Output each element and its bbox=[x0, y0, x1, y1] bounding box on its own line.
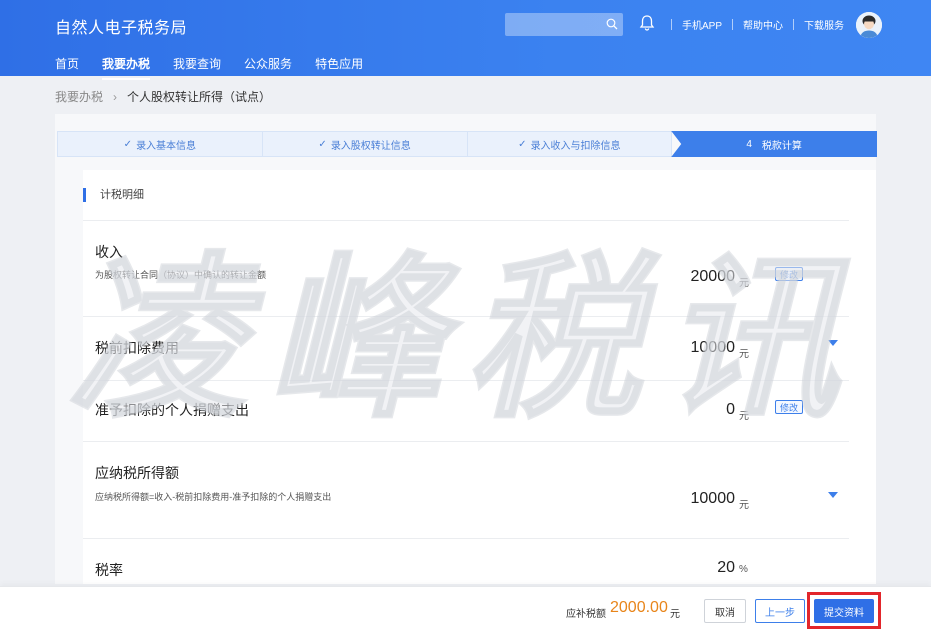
income-value: 20000 bbox=[690, 268, 736, 285]
nav-query[interactable]: 我要查询 bbox=[173, 55, 221, 80]
divider bbox=[83, 220, 849, 221]
mobile-app-link[interactable]: 手机APP bbox=[672, 17, 732, 32]
step-label: 录入股权转让信息 bbox=[330, 140, 411, 152]
step-label: 录入收入与扣除信息 bbox=[530, 140, 621, 152]
nav-home[interactable]: 首页 bbox=[55, 55, 79, 80]
donation-unit: 元 bbox=[739, 411, 749, 422]
progress-steps: ✓ 录入基本信息 ✓ 录入股权转让信息 ✓ 录入收入与扣除信息 4 税款计算 bbox=[57, 131, 877, 157]
edit-donation-button[interactable]: 修改 bbox=[775, 400, 803, 414]
expand-pretax-deduction-caret-icon[interactable] bbox=[828, 340, 838, 346]
previous-step-button[interactable]: 上一步 bbox=[755, 599, 805, 623]
taxable-income-formula: 应纳税所得额=收入-税前扣除费用-准予扣除的个人捐赠支出 bbox=[95, 492, 332, 502]
breadcrumb: 我要办税 › 个人股权转让所得（试点） bbox=[55, 88, 271, 105]
divider bbox=[83, 380, 849, 381]
step-label: 税款计算 bbox=[761, 140, 802, 152]
divider bbox=[83, 316, 849, 317]
taxable-income-unit: 元 bbox=[739, 500, 749, 511]
avatar-icon bbox=[856, 12, 882, 38]
check-icon: ✓ bbox=[318, 138, 327, 150]
tax-rate-value: 20 bbox=[717, 559, 735, 576]
nav-tax-handling[interactable]: 我要办税 bbox=[102, 55, 151, 80]
download-service-link[interactable]: 下载服务 bbox=[794, 17, 854, 32]
donation-value: 0 bbox=[726, 401, 735, 418]
search-box[interactable] bbox=[505, 13, 623, 36]
breadcrumb-current: 个人股权转让所得（试点） bbox=[127, 90, 272, 104]
tax-due-unit: 元 bbox=[670, 609, 680, 620]
help-center-link[interactable]: 帮助中心 bbox=[733, 17, 793, 32]
nav-special-apps[interactable]: 特色应用 bbox=[315, 55, 363, 80]
nav-public-service[interactable]: 公众服务 bbox=[244, 55, 292, 80]
step-equity-transfer-info[interactable]: ✓ 录入股权转让信息 bbox=[261, 131, 468, 157]
breadcrumb-parent[interactable]: 我要办税 bbox=[55, 88, 103, 105]
step-basic-info[interactable]: ✓ 录入基本信息 bbox=[57, 131, 263, 157]
step-label: 录入基本信息 bbox=[136, 140, 197, 152]
user-avatar[interactable] bbox=[856, 12, 882, 38]
tax-rate-label: 税率 bbox=[95, 562, 123, 578]
section-title: 计税明细 bbox=[83, 188, 144, 202]
cancel-button[interactable]: 取消 bbox=[704, 599, 746, 623]
pretax-deduction-value: 10000 bbox=[690, 339, 736, 356]
edit-income-button[interactable]: 修改 bbox=[775, 267, 803, 281]
divider bbox=[83, 441, 849, 442]
tax-rate-unit: % bbox=[739, 564, 748, 575]
bell-icon[interactable] bbox=[639, 14, 655, 32]
tax-due-amount: 2000.00 bbox=[610, 599, 668, 616]
pretax-deduction-unit: 元 bbox=[739, 349, 749, 360]
tax-detail-card bbox=[83, 170, 876, 584]
taxable-income-value: 10000 bbox=[690, 490, 736, 507]
income-unit: 元 bbox=[739, 278, 749, 289]
top-links: 手机APP 帮助中心 下载服务 bbox=[671, 17, 854, 32]
divider bbox=[83, 538, 849, 539]
donation-label: 准予扣除的个人捐赠支出 bbox=[95, 402, 249, 418]
step-tax-calculation[interactable]: 4 税款计算 bbox=[671, 131, 877, 157]
income-description: 为股权转让合同（协议）中确认的转让金额 bbox=[95, 270, 267, 280]
step-income-deduction-info[interactable]: ✓ 录入收入与扣除信息 bbox=[466, 131, 673, 157]
check-icon: ✓ bbox=[518, 138, 527, 150]
taxable-income-label: 应纳税所得额 bbox=[95, 465, 179, 481]
top-header: 自然人电子税务局 手机APP 帮助中心 下载服务 首页 我要办税 我要查询 公众… bbox=[0, 0, 931, 80]
income-label: 收入 bbox=[95, 244, 123, 260]
check-icon: ✓ bbox=[123, 138, 133, 150]
expand-taxable-income-caret-icon[interactable] bbox=[828, 492, 838, 498]
pretax-deduction-label: 税前扣除费用 bbox=[95, 340, 179, 356]
submit-button[interactable]: 提交资料 bbox=[814, 599, 874, 623]
tax-due-label: 应补税额 bbox=[566, 609, 606, 620]
chevron-right-icon: › bbox=[113, 89, 118, 104]
main-nav: 首页 我要办税 我要查询 公众服务 特色应用 bbox=[55, 55, 386, 80]
step-number: 4 bbox=[746, 138, 752, 150]
search-icon[interactable] bbox=[606, 18, 618, 30]
site-title[interactable]: 自然人电子税务局 bbox=[55, 14, 187, 38]
